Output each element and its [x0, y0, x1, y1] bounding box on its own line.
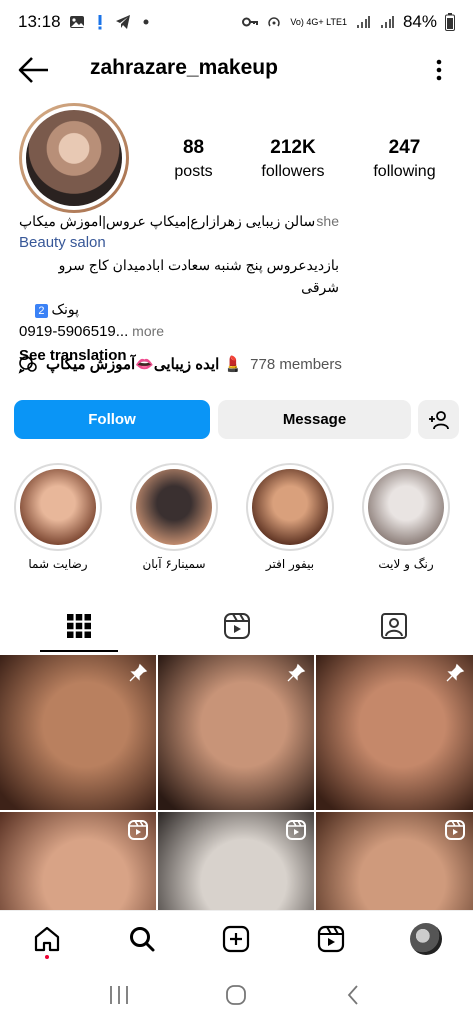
reels-icon: [317, 925, 345, 952]
recent-apps-icon[interactable]: [107, 984, 131, 1006]
highlight-cover: [252, 469, 328, 545]
profile-stats: 88 posts 212K followers 247 following: [150, 137, 460, 181]
telegram-icon: [115, 15, 130, 29]
tab-posts-grid[interactable]: [0, 600, 158, 652]
pinned-icon: [128, 663, 148, 683]
post-thumbnail[interactable]: [158, 655, 314, 810]
home-icon: [35, 926, 60, 951]
status-time: 13:18: [18, 12, 61, 31]
nav-create[interactable]: [214, 917, 258, 961]
follow-button[interactable]: Follow: [14, 400, 210, 439]
stat-posts[interactable]: 88 posts: [174, 137, 212, 181]
stat-label: posts: [174, 163, 213, 180]
channel-members: 778 members: [250, 355, 342, 373]
tab-reels[interactable]: [158, 600, 316, 652]
profile-header: zahrazare_makeup: [0, 50, 473, 90]
highlight-cover: [136, 469, 212, 545]
avatar-image: [26, 110, 122, 206]
broadcast-channel[interactable]: 💄 ایده زیبایی👄آموزش میکاپ 778 members: [18, 354, 342, 374]
grid-icon: [66, 614, 91, 638]
bio-more-link[interactable]: more: [128, 323, 164, 339]
alert-icon: [98, 15, 102, 30]
bio-line-3: پونک: [51, 301, 79, 317]
keycap-badge: 2: [35, 304, 48, 318]
message-button[interactable]: Message: [218, 400, 411, 439]
more-options-icon[interactable]: [435, 58, 443, 82]
add-person-icon: [428, 410, 449, 429]
highlight-label: رنگ و لایت: [378, 557, 434, 571]
stat-number: 212K: [270, 137, 316, 158]
dot-icon: [143, 19, 149, 25]
reel-badge-icon: [445, 820, 465, 840]
add-post-icon: [223, 925, 250, 952]
bio-phone[interactable]: 0919-5906519...: [19, 323, 128, 340]
signal-icon-1: [356, 16, 370, 28]
pinned-icon: [445, 663, 465, 683]
bio-category[interactable]: Beauty salon: [19, 232, 459, 254]
bio-line-2: بازدیدعروس پنج شنبه سعادت ابادمیدان کاج …: [58, 257, 339, 295]
nav-profile[interactable]: [404, 917, 448, 961]
home-button-icon[interactable]: [224, 984, 248, 1006]
profile-tabs: [0, 600, 473, 652]
post-thumbnail[interactable]: [316, 655, 473, 810]
highlight-cover: [368, 469, 444, 545]
bio-pronoun: she: [316, 213, 339, 229]
stat-label: following: [373, 163, 436, 180]
network-label: Vo) 4G+ LTE1: [290, 16, 347, 27]
stat-followers[interactable]: 212K followers: [261, 137, 324, 181]
suggested-users-button[interactable]: [418, 400, 459, 439]
nav-home[interactable]: [25, 917, 69, 961]
reel-badge-icon: [128, 820, 148, 840]
battery-icon: [445, 13, 455, 31]
reel-badge-icon: [286, 820, 306, 840]
back-button-icon[interactable]: [342, 984, 366, 1006]
profile-avatar[interactable]: [19, 103, 129, 213]
reels-icon: [223, 613, 250, 639]
profile-username: zahrazare_makeup: [90, 56, 278, 79]
bottom-nav: [0, 910, 473, 966]
notification-dot: [45, 954, 50, 959]
stat-number: 88: [182, 137, 205, 158]
system-navigation: [0, 966, 473, 1024]
story-highlights: رضایت شما سمینار۶ آبان بیفور افتر رنگ و …: [14, 463, 469, 571]
highlight-label: سمینار۶ آبان: [142, 557, 206, 571]
tab-tagged[interactable]: [315, 600, 473, 652]
key-icon: [242, 17, 259, 27]
channel-name: 💄 ایده زیبایی👄آموزش میکاپ: [46, 356, 243, 373]
stat-number: 247: [388, 137, 421, 158]
pinned-icon: [286, 663, 306, 683]
post-thumbnail[interactable]: [0, 655, 156, 810]
profile-bio: سالن زیبایی زهرازارع|میکاپ عروس|اموزش می…: [19, 210, 459, 367]
highlight-label: رضایت شما: [28, 557, 88, 571]
highlight-item[interactable]: رنگ و لایت: [362, 463, 450, 571]
status-bar: 13:18 Vo) 4G+ LTE1 84%: [0, 0, 473, 44]
back-arrow-icon[interactable]: [18, 56, 50, 84]
bio-line-1: سالن زیبایی زهرازارع|میکاپ عروس|اموزش می…: [19, 213, 316, 229]
nav-search[interactable]: [120, 917, 164, 961]
battery-level: 84%: [402, 12, 437, 31]
highlight-label: بیفور افتر: [265, 557, 315, 571]
channel-icon: [18, 356, 37, 374]
profile-avatar-icon: [409, 922, 442, 955]
stat-following[interactable]: 247 following: [373, 137, 435, 181]
tagged-icon: [381, 613, 408, 639]
hotspot-icon: [268, 17, 281, 27]
search-icon: [129, 926, 155, 951]
highlight-item[interactable]: سمینار۶ آبان: [130, 463, 218, 571]
nav-reels[interactable]: [309, 917, 353, 961]
gallery-icon: [69, 16, 84, 28]
stat-label: followers: [261, 163, 325, 180]
highlight-item[interactable]: بیفور افتر: [246, 463, 334, 571]
signal-icon-2: [380, 16, 394, 28]
highlight-item[interactable]: رضایت شما: [14, 463, 102, 571]
highlight-cover: [20, 469, 96, 545]
